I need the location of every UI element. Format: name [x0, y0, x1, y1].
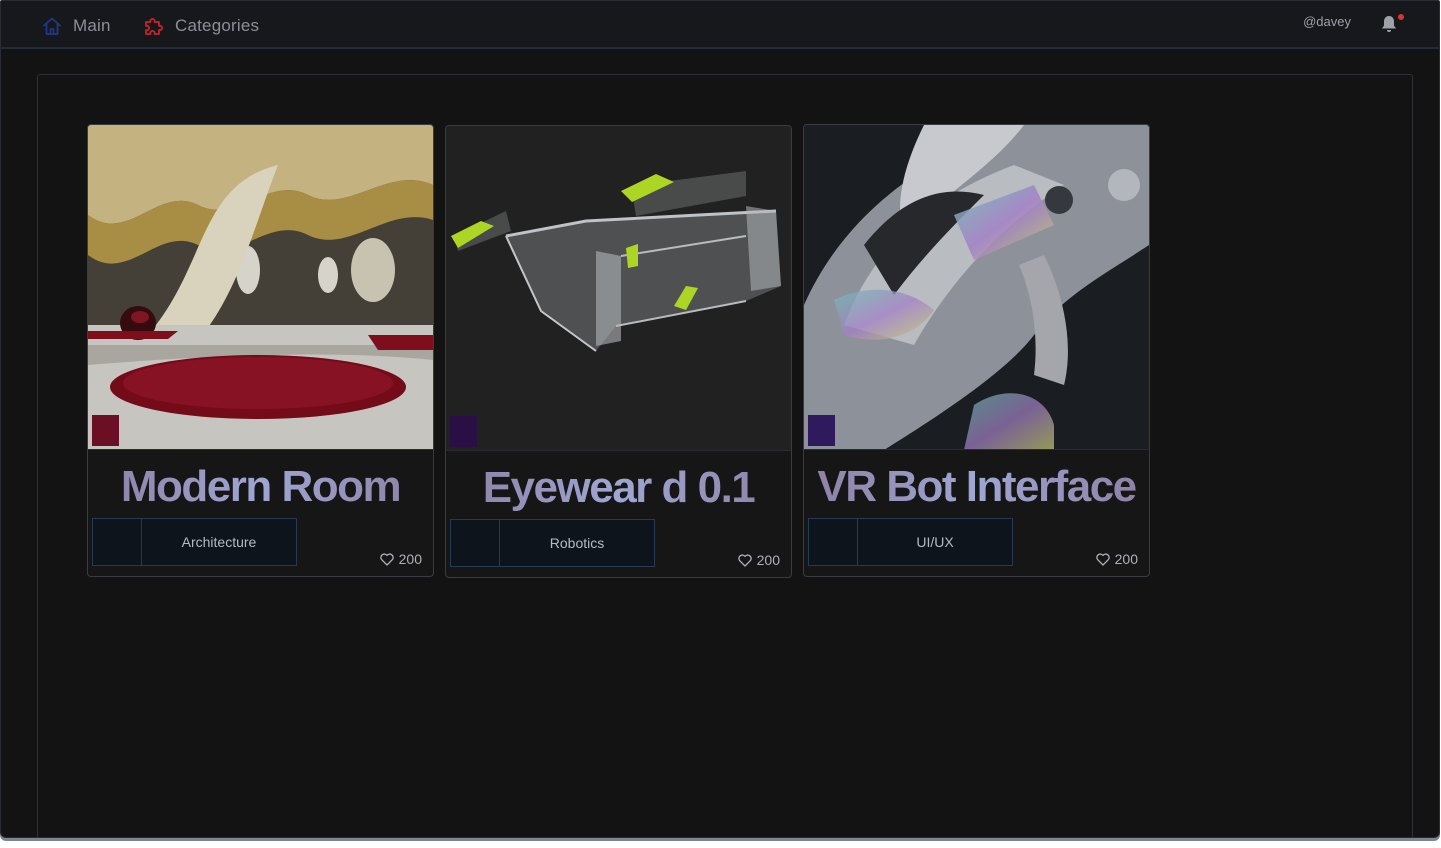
category-tag[interactable]: Architecture — [92, 518, 297, 566]
project-card[interactable]: Eyewear d 0.1 Robotics 200 — [445, 125, 792, 578]
heart-icon — [1095, 552, 1110, 566]
like-count: 200 — [398, 551, 422, 567]
nav-categories[interactable]: Categories — [143, 13, 259, 39]
nav-main-label: Main — [73, 16, 111, 35]
bell-icon[interactable] — [1379, 13, 1399, 35]
color-swatch — [92, 415, 119, 446]
category-tag[interactable]: Robotics — [450, 519, 655, 567]
project-card[interactable]: Modern Room Architecture 200 — [87, 124, 434, 577]
like-button[interactable]: 200 — [379, 551, 422, 567]
home-icon — [41, 15, 63, 37]
project-card[interactable]: VR Bot Interface UI/UX 200 — [803, 124, 1150, 577]
color-swatch — [450, 416, 477, 447]
notification-dot — [1398, 14, 1404, 20]
top-navigation-bar: Main Categories @davey — [1, 1, 1439, 49]
tag-lead — [93, 519, 142, 565]
tag-lead — [451, 520, 500, 566]
card-title: Eyewear d 0.1 — [446, 463, 791, 513]
tag-lead — [809, 519, 858, 565]
like-button[interactable]: 200 — [737, 552, 780, 568]
card-title: VR Bot Interface — [804, 462, 1149, 512]
user-handle[interactable]: @davey — [1303, 14, 1351, 29]
category-tag[interactable]: UI/UX — [808, 518, 1013, 566]
puzzle-icon — [143, 15, 165, 37]
like-count: 200 — [756, 552, 780, 568]
nav-categories-label: Categories — [175, 16, 260, 35]
card-image-modern-room — [88, 125, 433, 450]
like-button[interactable]: 200 — [1095, 551, 1138, 567]
card-title: Modern Room — [88, 462, 433, 512]
nav-main[interactable]: Main — [41, 13, 111, 39]
heart-icon — [379, 552, 394, 566]
color-swatch — [808, 415, 835, 446]
tag-label: UI/UX — [916, 534, 954, 550]
like-count: 200 — [1114, 551, 1138, 567]
card-image-eyewear — [446, 126, 791, 451]
tag-label: Robotics — [549, 535, 605, 551]
tag-label: Architecture — [181, 534, 257, 550]
card-image-vr-bot — [804, 125, 1149, 450]
heart-icon — [737, 553, 752, 567]
app-window: Main Categories @davey Modern Room Archi… — [0, 0, 1440, 838]
